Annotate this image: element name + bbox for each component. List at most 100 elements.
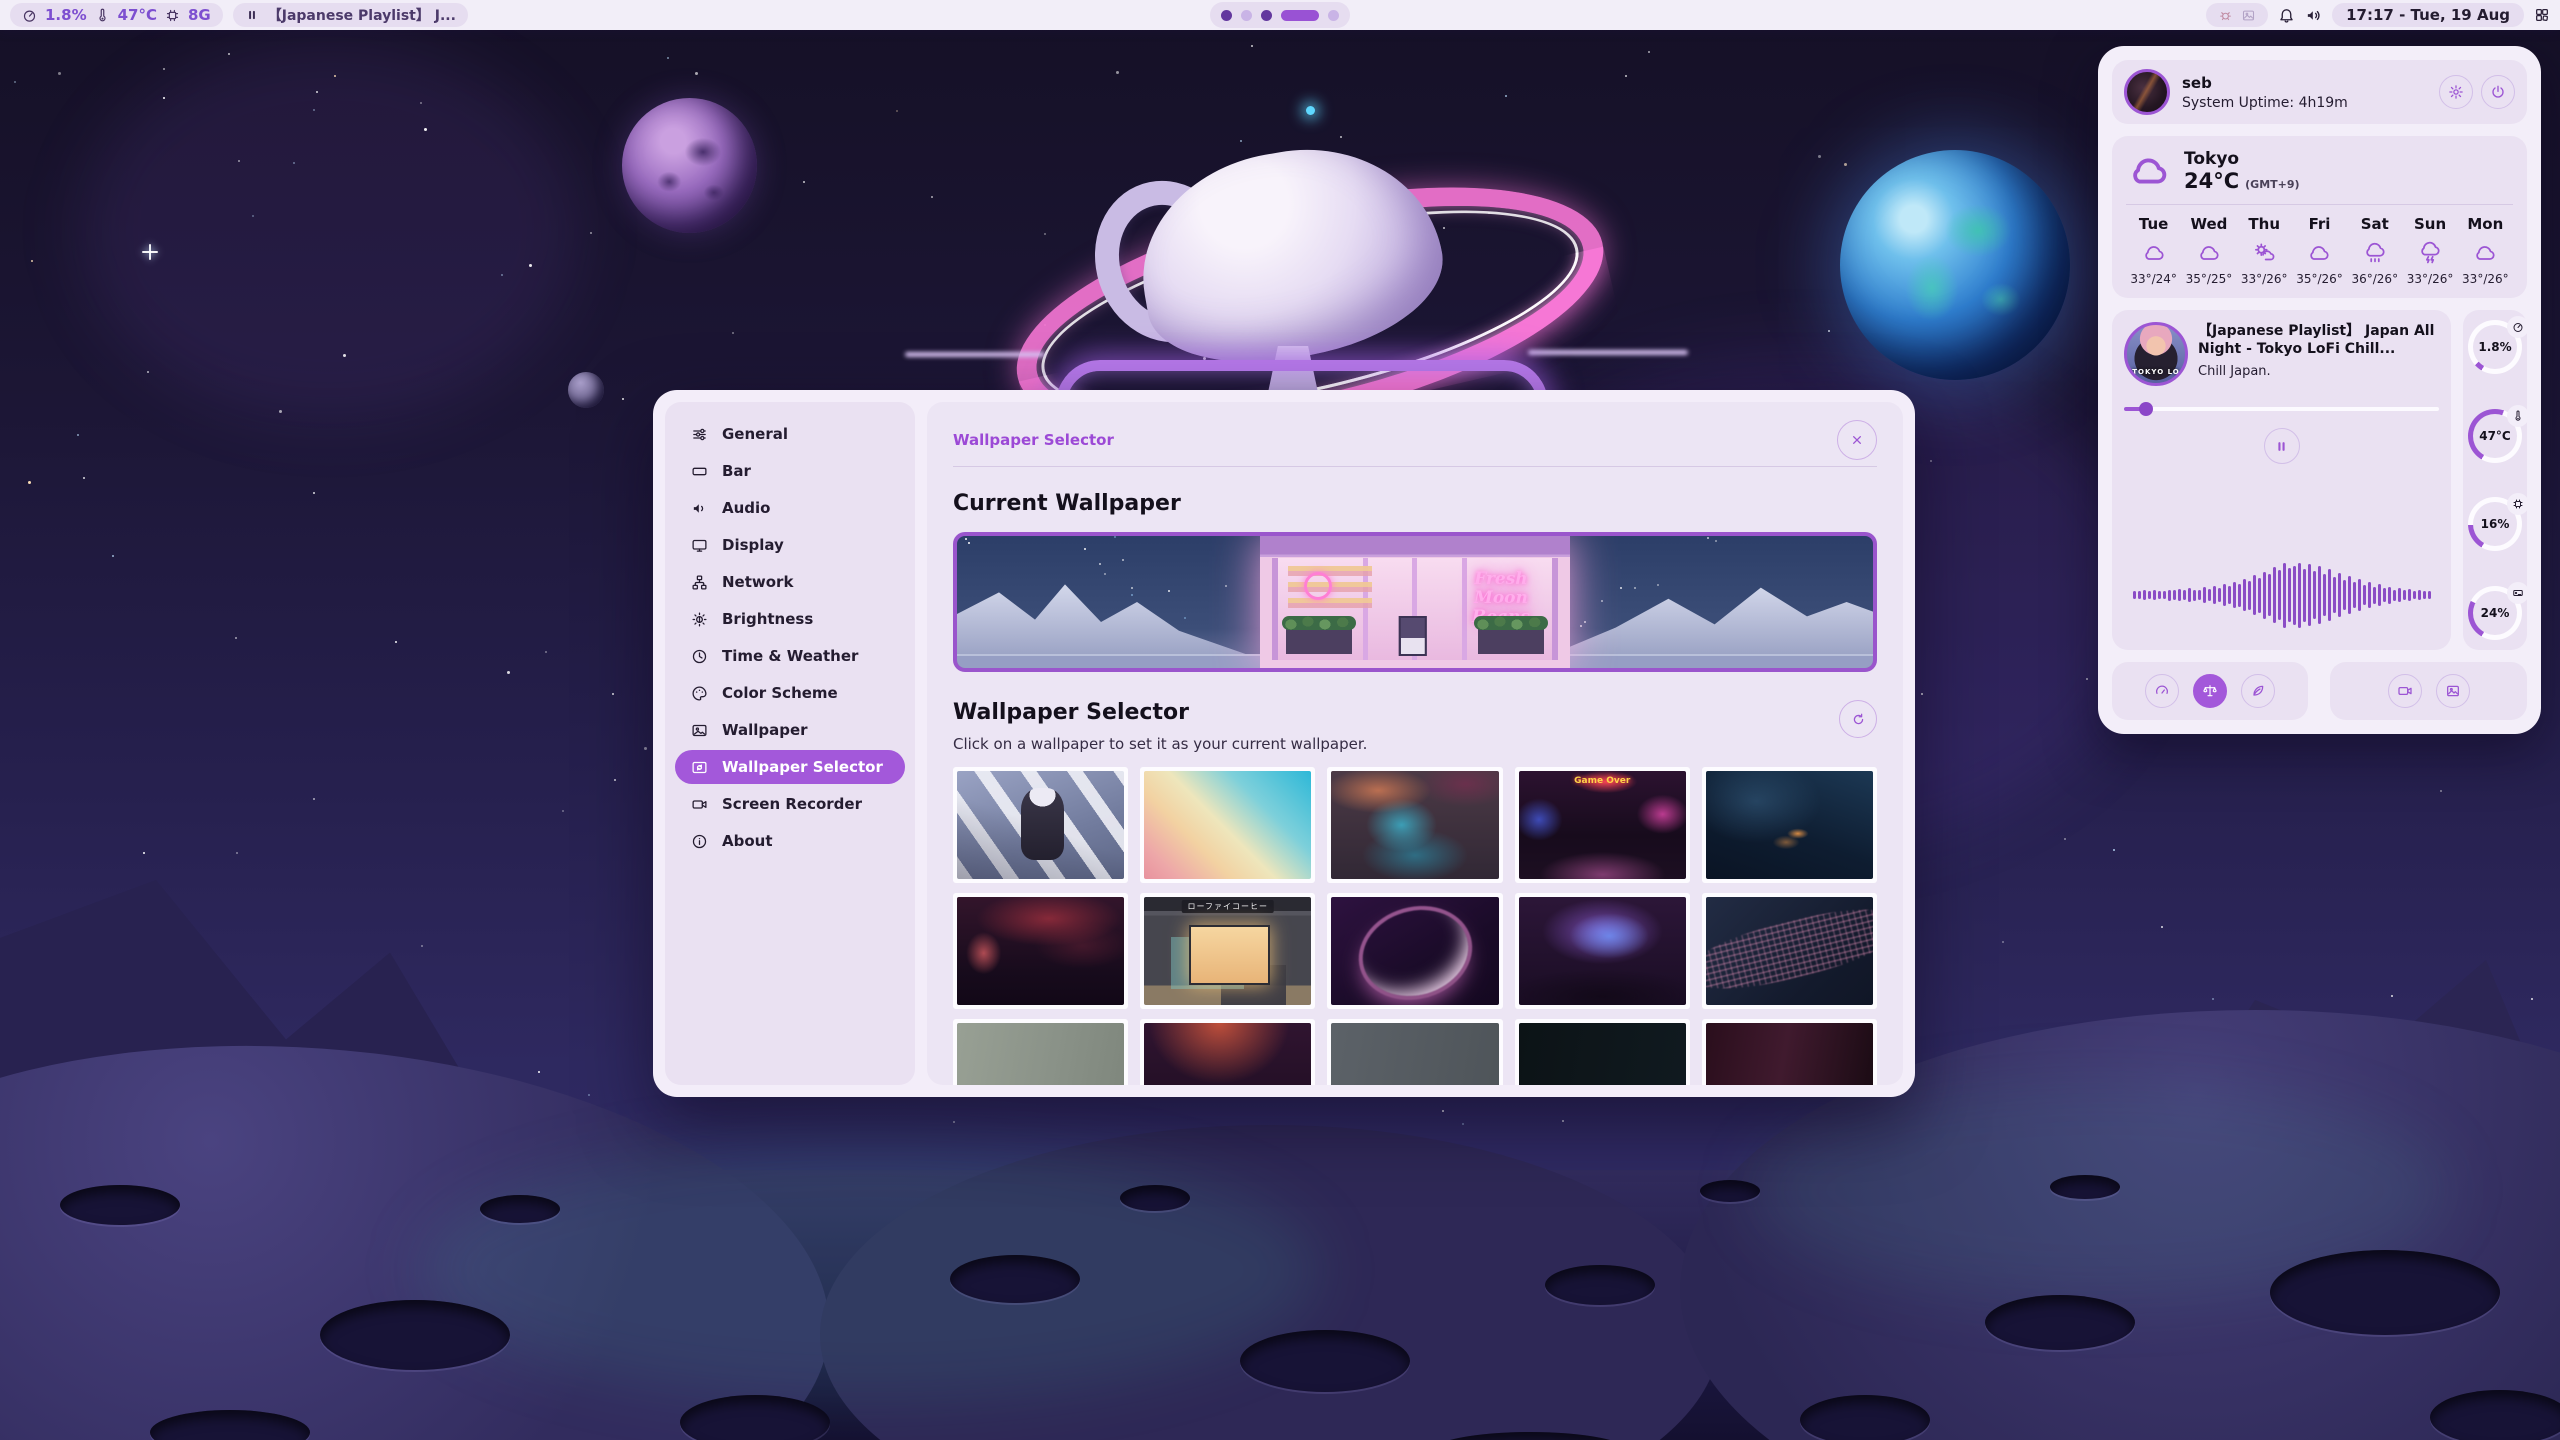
- wallpaper-thumb-sage[interactable]: [953, 1019, 1128, 1085]
- weather-card: Tokyo 24°C (GMT+9) Tue33°/24°Wed35°/25°T…: [2112, 136, 2527, 298]
- neon-streak: [905, 352, 1045, 357]
- waveform-bar: [2353, 582, 2356, 607]
- workspace-2[interactable]: [1241, 10, 1252, 21]
- sidebar-item-label: Audio: [722, 499, 770, 517]
- sidebar-item-network[interactable]: Network: [675, 565, 905, 599]
- settings-window: GeneralBar Audio Display Network Brightness T…: [653, 390, 1915, 1097]
- wallpaper-thumb-mesh[interactable]: [1702, 893, 1877, 1009]
- slider-knob[interactable]: [2139, 402, 2153, 416]
- slider-track: [2124, 407, 2439, 411]
- balanced-profile-button[interactable]: [2193, 674, 2227, 708]
- cafe-glass: Fresh Moon Beans: [1272, 558, 1558, 660]
- waveform-bar: [2213, 586, 2216, 604]
- star: [2531, 998, 2533, 1000]
- wallpaper-thumb-slate[interactable]: [1327, 1019, 1502, 1085]
- workspace-5[interactable]: [1328, 10, 1339, 21]
- pause-button[interactable]: [2264, 428, 2300, 464]
- tray-image-icon[interactable]: [2241, 8, 2256, 23]
- waveform-bar: [2243, 579, 2246, 612]
- stat-ring-24: 24%: [2468, 586, 2522, 640]
- sidebar-item-screen-recorder[interactable]: Screen Recorder: [675, 787, 905, 821]
- brightness-icon: [691, 611, 708, 628]
- wallpaper-thumb-pastel[interactable]: [1140, 767, 1315, 883]
- star: [147, 371, 149, 373]
- performance-profile-button[interactable]: [2145, 674, 2179, 708]
- page-title: Wallpaper Selector: [953, 431, 1114, 449]
- wallpaper-thumb-blackhole[interactable]: [1327, 893, 1502, 1009]
- system-tray-pill[interactable]: [2206, 3, 2268, 27]
- speedometer-icon: [2154, 683, 2170, 699]
- sidebar-item-wallpaper-selector[interactable]: Wallpaper Selector: [675, 750, 905, 784]
- album-art: TOKYO LO: [2124, 322, 2188, 386]
- wallpaper-thumb-nebula[interactable]: [1515, 893, 1690, 1009]
- powersaver-profile-button[interactable]: [2241, 674, 2275, 708]
- wallpaper-thumb-anime[interactable]: [953, 767, 1128, 883]
- wallpaper-thumb-coral[interactable]: [1140, 1019, 1315, 1085]
- sidebar-item-about[interactable]: About: [675, 824, 905, 858]
- dashboard-grid-icon[interactable]: [2534, 7, 2550, 23]
- media-album: Chill Japan.: [2198, 364, 2439, 379]
- workspace-3[interactable]: [1261, 10, 1272, 21]
- sidebar-item-label: Wallpaper Selector: [722, 758, 883, 776]
- now-playing-pill[interactable]: 【Japanese Playlist】 J...: [233, 3, 468, 27]
- sidebar-item-label: Display: [722, 536, 784, 554]
- disk-icon: [2507, 582, 2529, 604]
- sidebar-item-bar[interactable]: Bar: [675, 454, 905, 488]
- star: [1707, 537, 1709, 539]
- memory-usage: 8G: [188, 6, 211, 24]
- cafe-menu-board: [1399, 616, 1427, 656]
- audio-visualizer: [2124, 556, 2439, 638]
- wallpaper-thumb-darkteal[interactable]: [1515, 1019, 1690, 1085]
- wallpaper-image-nebula: [1519, 897, 1686, 1005]
- crater: [1985, 1295, 2135, 1350]
- refresh-button[interactable]: [1839, 700, 1877, 738]
- forecast-tue: Tue33°/24°: [2126, 215, 2181, 286]
- sidebar-item-color-scheme[interactable]: Color Scheme: [675, 676, 905, 710]
- volume-icon[interactable]: [2305, 7, 2322, 24]
- wallpaper-thumb-fortress[interactable]: [1702, 767, 1877, 883]
- divider: [2126, 204, 2513, 205]
- cloud-icon: [2292, 240, 2347, 266]
- sidebar-item-display[interactable]: Display: [675, 528, 905, 562]
- sidebar-item-label: Wallpaper: [722, 721, 808, 739]
- tray-crab-icon[interactable]: [2218, 8, 2233, 23]
- star: [2002, 941, 2004, 943]
- notifications-bell-icon[interactable]: [2278, 7, 2295, 24]
- crater: [1800, 1395, 1930, 1440]
- wallpaper-thumb-lofi[interactable]: [1140, 893, 1315, 1009]
- media-progress-slider[interactable]: [2124, 402, 2439, 416]
- sidebar-item-brightness[interactable]: Brightness: [675, 602, 905, 636]
- waveform-bar: [2413, 591, 2416, 599]
- workspace-4-active[interactable]: [1281, 10, 1319, 21]
- forecast-temps: 33°/26°: [2458, 272, 2513, 286]
- star: [1584, 621, 1586, 623]
- settings-button[interactable]: [2439, 75, 2473, 109]
- star: [2440, 790, 2442, 792]
- wallpaper-thumb-redforest[interactable]: [953, 893, 1128, 1009]
- close-button[interactable]: [1837, 420, 1877, 460]
- settings-sidebar: GeneralBar Audio Display Network Brightness T…: [665, 402, 915, 1085]
- picture-icon: [2445, 683, 2461, 699]
- star: [293, 162, 295, 164]
- stat-ring-1-8: 1.8%: [2468, 320, 2522, 374]
- screenshot-button[interactable]: [2436, 674, 2470, 708]
- waveform-bar: [2333, 577, 2336, 613]
- workspace-1[interactable]: [1221, 10, 1232, 21]
- sidebar-item-wallpaper[interactable]: Wallpaper: [675, 713, 905, 747]
- wallpaper-thumb-arcade[interactable]: [1515, 767, 1690, 883]
- crater: [2050, 1175, 2120, 1199]
- wallpaper-image-anime: [957, 771, 1124, 879]
- power-button[interactable]: [2481, 75, 2515, 109]
- waveform-bar: [2388, 587, 2391, 604]
- sidebar-item-audio[interactable]: Audio: [675, 491, 905, 525]
- sidebar-item-time-weather[interactable]: Time & Weather: [675, 639, 905, 673]
- system-stats-pill[interactable]: 1.8% 47°C 8G: [10, 3, 223, 27]
- wallpaper-thumb-maroon[interactable]: [1702, 1019, 1877, 1085]
- wallpaper-thumb-blur[interactable]: [1327, 767, 1502, 883]
- screen-record-button[interactable]: [2388, 674, 2422, 708]
- sidebar-item-label: Brightness: [722, 610, 813, 628]
- clock-pill[interactable]: 17:17 - Tue, 19 Aug: [2332, 3, 2524, 27]
- sidebar-item-general[interactable]: General: [675, 417, 905, 451]
- star: [316, 91, 318, 93]
- media-row: TOKYO LO 【Japanese Playlist】 Japan All N…: [2112, 310, 2527, 650]
